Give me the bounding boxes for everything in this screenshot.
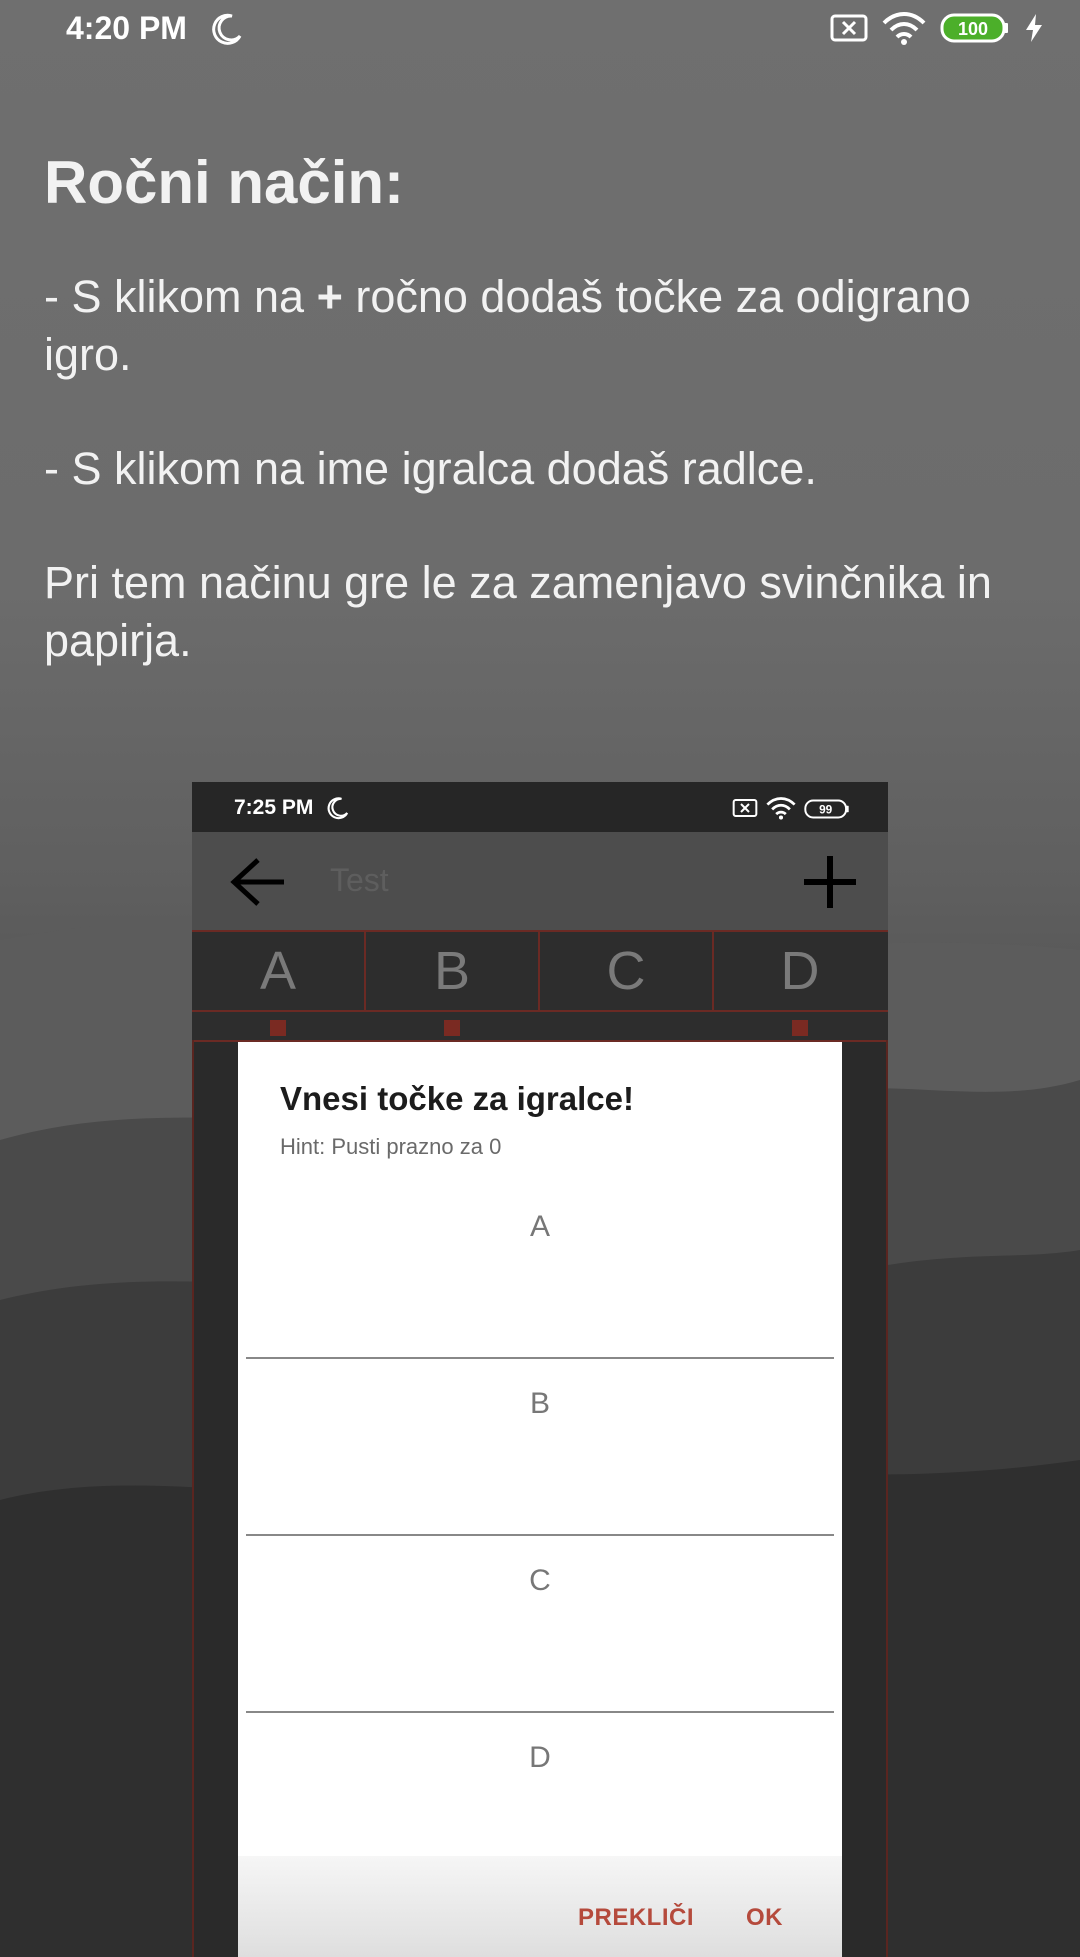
- points-input-a[interactable]: A: [246, 1182, 834, 1359]
- cancel-button[interactable]: PREKLIČI: [578, 1904, 694, 1932]
- charging-icon: [1026, 14, 1042, 42]
- phone-no-sim-icon: [732, 799, 758, 817]
- instruction-add-points: - S klikom na + ročno dodaš točke za odi…: [44, 271, 971, 380]
- radlc-marker: [270, 1020, 286, 1036]
- dialog-hint: Hint: Pusti prazno za 0: [280, 1134, 502, 1159]
- radlc-marker: [792, 1020, 808, 1036]
- phone-wifi-icon: [766, 797, 796, 820]
- status-time: 4:20 PM: [66, 10, 187, 46]
- no-sim-icon: [830, 14, 868, 42]
- field-label-d: D: [529, 1741, 551, 1774]
- dialog-footer: PREKLIČI OK: [238, 1856, 842, 1957]
- field-label-a: A: [529, 1210, 550, 1243]
- phone-moon-icon: [327, 797, 349, 820]
- page-title: Ročni način:: [44, 149, 405, 216]
- battery-level: 100: [958, 19, 988, 39]
- points-input-c[interactable]: C: [246, 1536, 834, 1713]
- plus-symbol: +: [316, 271, 343, 322]
- player-grid: A B C D: [192, 930, 888, 1042]
- phone-battery-icon: 99: [804, 799, 849, 819]
- moon-icon: [212, 13, 242, 45]
- back-arrow-icon[interactable]: [230, 856, 286, 908]
- ok-button[interactable]: OK: [746, 1904, 783, 1932]
- grid-line: [192, 1040, 194, 1957]
- grid-line: [886, 1040, 888, 1957]
- instruction-add-radlce: - S klikom na ime igralca dodaš radlce.: [44, 443, 817, 494]
- instructions: Ročni način: - S klikom na + ročno dodaš…: [44, 150, 1044, 726]
- player-column-a[interactable]: A: [192, 932, 366, 1010]
- player-column-c[interactable]: C: [540, 932, 714, 1010]
- phone-battery-level: 99: [819, 803, 833, 817]
- dialog-title: Vnesi točke za igralce!: [280, 1080, 634, 1117]
- points-dialog: Vnesi točke za igralce! Hint: Pusti praz…: [238, 1042, 842, 1957]
- phone-toolbar: Test: [192, 832, 888, 930]
- add-icon[interactable]: [802, 854, 858, 910]
- field-label-c: C: [529, 1564, 551, 1597]
- phone-status-time: 7:25 PM: [234, 796, 314, 819]
- player-column-d[interactable]: D: [714, 932, 886, 1010]
- field-label-b: B: [529, 1387, 550, 1420]
- phone-toolbar-title: Test: [330, 862, 389, 898]
- phone-screenshot: 7:25 PM 99 Test A B C D Vnesi točke za i…: [192, 782, 888, 1957]
- phone-status-bar: 7:25 PM 99: [192, 782, 888, 832]
- battery-icon: 100: [940, 13, 1008, 43]
- radlci-row: [192, 1010, 888, 1042]
- status-bar: 4:20 PM 100: [0, 0, 1080, 58]
- wifi-icon: [882, 12, 926, 45]
- instruction-note: Pri tem načinu gre le za zamenjavo svinč…: [44, 557, 992, 666]
- player-column-b[interactable]: B: [366, 932, 540, 1010]
- radlc-marker: [444, 1020, 460, 1036]
- points-input-b[interactable]: B: [246, 1359, 834, 1536]
